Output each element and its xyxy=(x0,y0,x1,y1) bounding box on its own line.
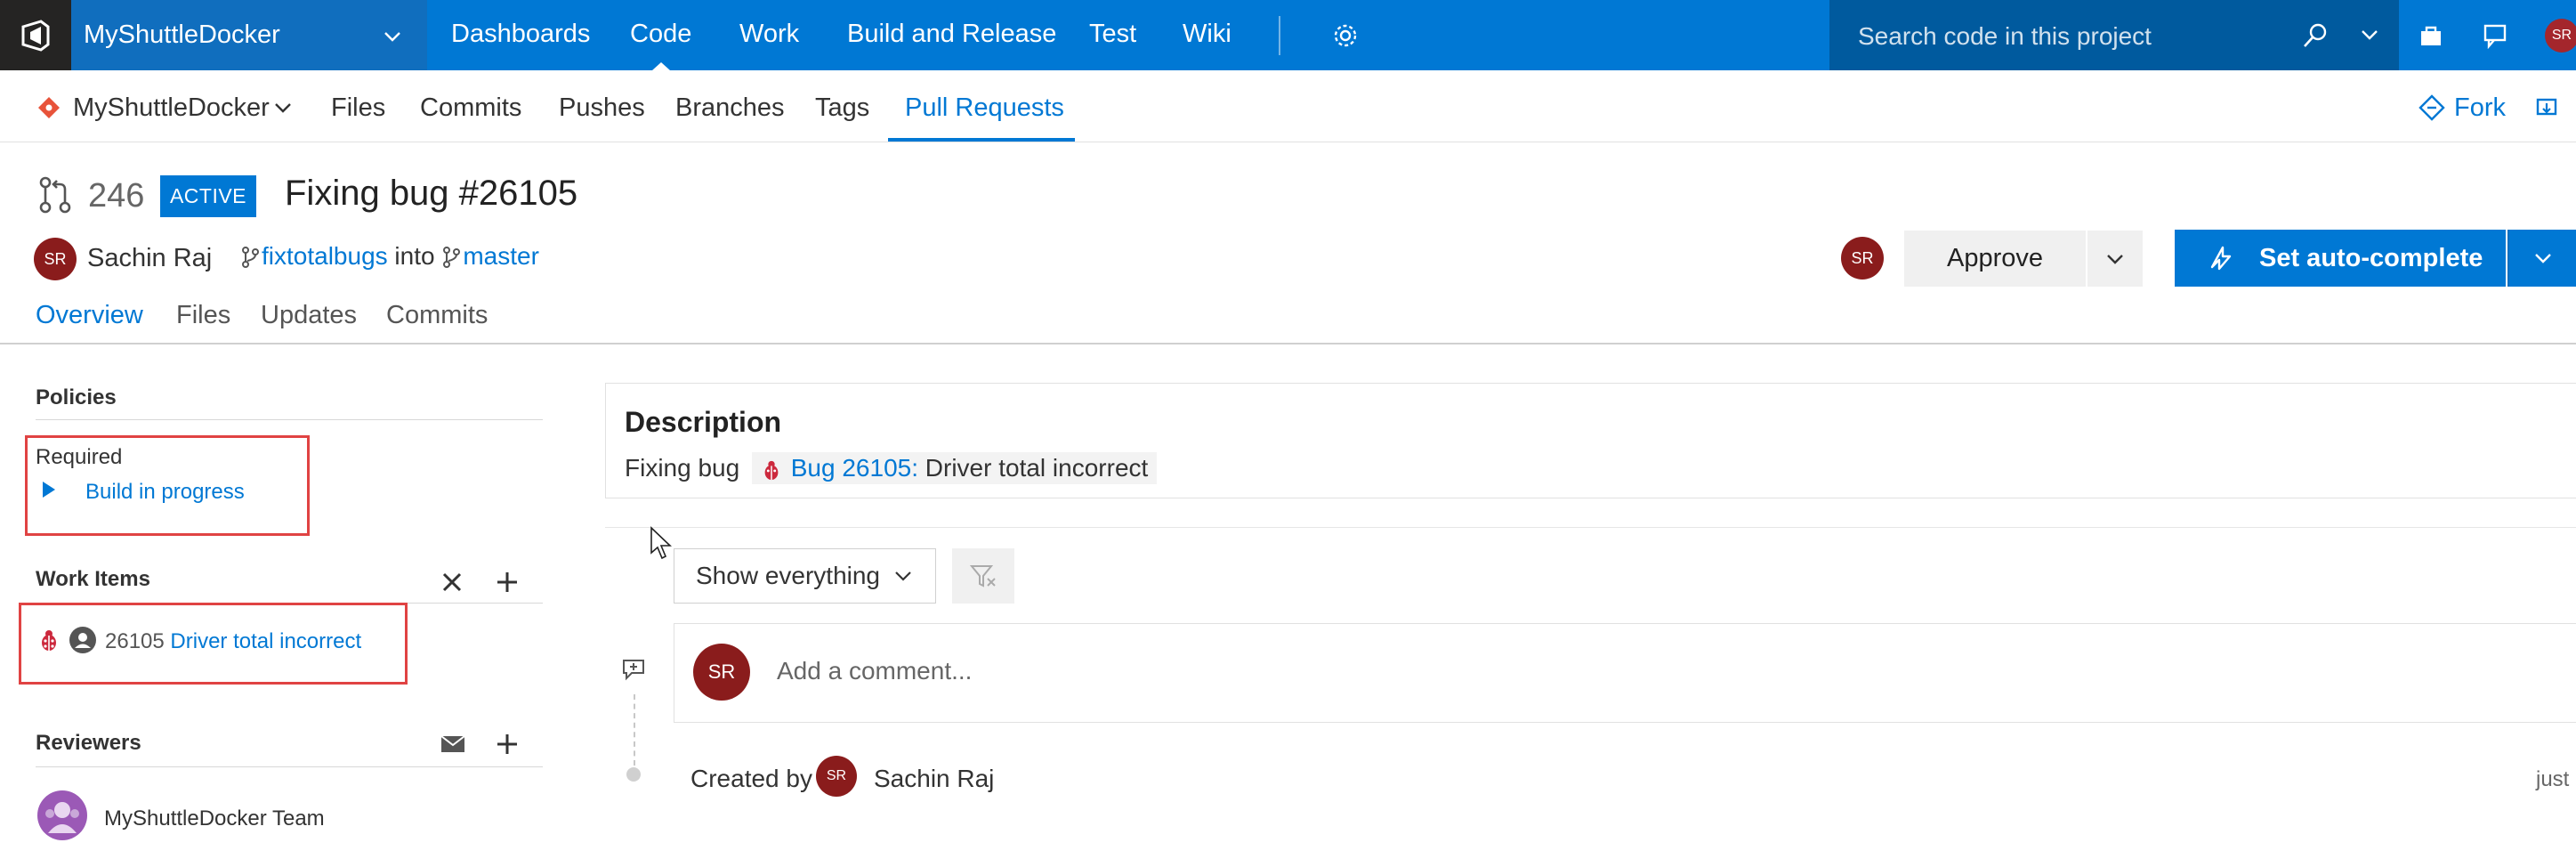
work-item-entry[interactable]: 26105 Driver total incorrect xyxy=(105,629,361,654)
remove-work-item-icon[interactable] xyxy=(437,567,467,597)
page-title: Fixing bug #26105 xyxy=(285,174,578,213)
add-reviewer-icon[interactable] xyxy=(492,729,522,759)
add-comment-icon[interactable] xyxy=(620,654,649,683)
tab-pr-commits[interactable]: Commits xyxy=(386,301,488,330)
work-item-id: 26105 xyxy=(105,629,165,653)
nav-dashboards[interactable]: Dashboards xyxy=(451,20,590,49)
tab-branches[interactable]: Branches xyxy=(675,93,785,123)
work-items-heading: Work Items xyxy=(36,567,150,591)
bug-link[interactable]: Bug 26105: xyxy=(791,454,918,482)
tab-overview[interactable]: Overview xyxy=(36,301,143,330)
build-status-link[interactable]: Build in progress xyxy=(85,480,245,505)
auto-complete-options-dropdown[interactable] xyxy=(2507,230,2576,287)
target-branch-link[interactable]: master xyxy=(463,242,539,270)
work-item-link[interactable]: Driver total incorrect xyxy=(170,629,361,653)
fork-icon[interactable] xyxy=(2417,93,2447,123)
reviewer-name[interactable]: MyShuttleDocker Team xyxy=(104,806,325,831)
source-branch-link[interactable]: fixtotalbugs xyxy=(262,242,388,270)
tab-pr-files[interactable]: Files xyxy=(176,301,230,330)
reviewer-avatar[interactable]: SR xyxy=(1841,237,1884,280)
chevron-down-icon[interactable] xyxy=(271,96,295,119)
commenter-avatar: SR xyxy=(693,644,750,701)
pull-request-icon xyxy=(36,174,77,215)
active-tab-underline xyxy=(888,138,1075,142)
marketplace-bag-icon[interactable] xyxy=(2415,20,2447,52)
repository-navigation-bar xyxy=(0,70,2576,142)
creator-name[interactable]: Sachin Raj xyxy=(874,765,994,793)
team-avatar[interactable] xyxy=(37,790,87,840)
timeline-dot xyxy=(626,767,641,782)
feedback-icon[interactable] xyxy=(2479,20,2511,52)
play-icon xyxy=(39,478,59,501)
project-name[interactable]: MyShuttleDocker xyxy=(84,20,280,50)
git-repo-icon xyxy=(36,94,62,121)
activity-filter-label: Show everything xyxy=(696,562,881,589)
description-body: Fixing bug Bug 26105: Driver total incor… xyxy=(625,452,1158,484)
nav-code[interactable]: Code xyxy=(630,20,691,49)
created-by-label: Created by xyxy=(690,765,812,792)
branch-icon xyxy=(441,246,463,271)
author-avatar[interactable]: SR xyxy=(34,238,77,280)
tab-files[interactable]: Files xyxy=(331,93,385,123)
tab-pull-requests[interactable]: Pull Requests xyxy=(905,93,1064,123)
search-options-chevron-icon[interactable] xyxy=(2358,23,2381,46)
fork-button[interactable]: Fork xyxy=(2454,93,2506,123)
clone-icon[interactable] xyxy=(2532,93,2563,123)
vsts-logo-icon[interactable] xyxy=(0,0,71,70)
approve-button[interactable]: Approve xyxy=(1904,231,2086,287)
nav-separator xyxy=(1279,16,1280,55)
active-nav-indicator xyxy=(652,62,670,70)
add-work-item-icon[interactable] xyxy=(492,567,522,597)
status-badge: ACTIVE xyxy=(160,175,256,217)
creator-avatar[interactable]: SR xyxy=(816,756,857,797)
tab-updates[interactable]: Updates xyxy=(261,301,357,330)
tab-tags[interactable]: Tags xyxy=(815,93,869,123)
chevron-down-icon[interactable] xyxy=(381,25,404,48)
tab-commits[interactable]: Commits xyxy=(420,93,521,123)
nav-work[interactable]: Work xyxy=(739,20,799,49)
pull-request-id: 246 xyxy=(88,177,145,215)
description-text: Fixing bug xyxy=(625,454,740,482)
content-divider xyxy=(605,527,2576,528)
section-divider xyxy=(36,419,543,420)
branch-icon xyxy=(240,246,262,271)
bug-icon xyxy=(36,627,62,653)
comment-input[interactable]: Add a comment... xyxy=(777,657,972,685)
settings-gear-icon[interactable] xyxy=(1329,20,1361,52)
created-timestamp: just xyxy=(2536,767,2570,791)
set-auto-complete-label: Set auto-complete xyxy=(2259,243,2483,272)
email-reviewers-icon[interactable] xyxy=(437,730,469,758)
search-input[interactable]: Search code in this project xyxy=(1858,22,2152,51)
branch-info: fixtotalbugs into master xyxy=(240,242,539,271)
section-divider xyxy=(36,766,543,767)
approve-options-dropdown[interactable] xyxy=(2087,231,2143,287)
work-item-state-icon xyxy=(68,625,98,655)
chevron-down-icon[interactable] xyxy=(892,564,915,587)
search-icon[interactable] xyxy=(2299,20,2331,52)
auto-complete-icon xyxy=(2205,242,2237,274)
required-label: Required xyxy=(36,445,123,469)
into-label: into xyxy=(394,242,435,270)
policies-heading: Policies xyxy=(36,385,117,409)
repository-name[interactable]: MyShuttleDocker xyxy=(73,93,270,123)
nav-build-and-release[interactable]: Build and Release xyxy=(847,20,1056,49)
bug-icon xyxy=(761,458,784,482)
bug-mention-chip[interactable]: Bug 26105: Driver total incorrect xyxy=(751,452,1158,484)
nav-wiki[interactable]: Wiki xyxy=(1183,20,1231,49)
nav-test[interactable]: Test xyxy=(1089,20,1136,49)
tab-pushes[interactable]: Pushes xyxy=(559,93,645,123)
description-heading: Description xyxy=(625,406,782,438)
mouse-cursor-icon xyxy=(648,525,674,561)
author-name[interactable]: Sachin Raj xyxy=(87,244,212,273)
bug-title: Driver total incorrect xyxy=(925,454,1149,482)
clear-filter-button[interactable] xyxy=(952,548,1014,604)
timeline-connector xyxy=(634,694,635,766)
user-avatar[interactable]: SR xyxy=(2545,19,2576,53)
reviewers-heading: Reviewers xyxy=(36,731,141,755)
header-divider xyxy=(0,343,2576,344)
